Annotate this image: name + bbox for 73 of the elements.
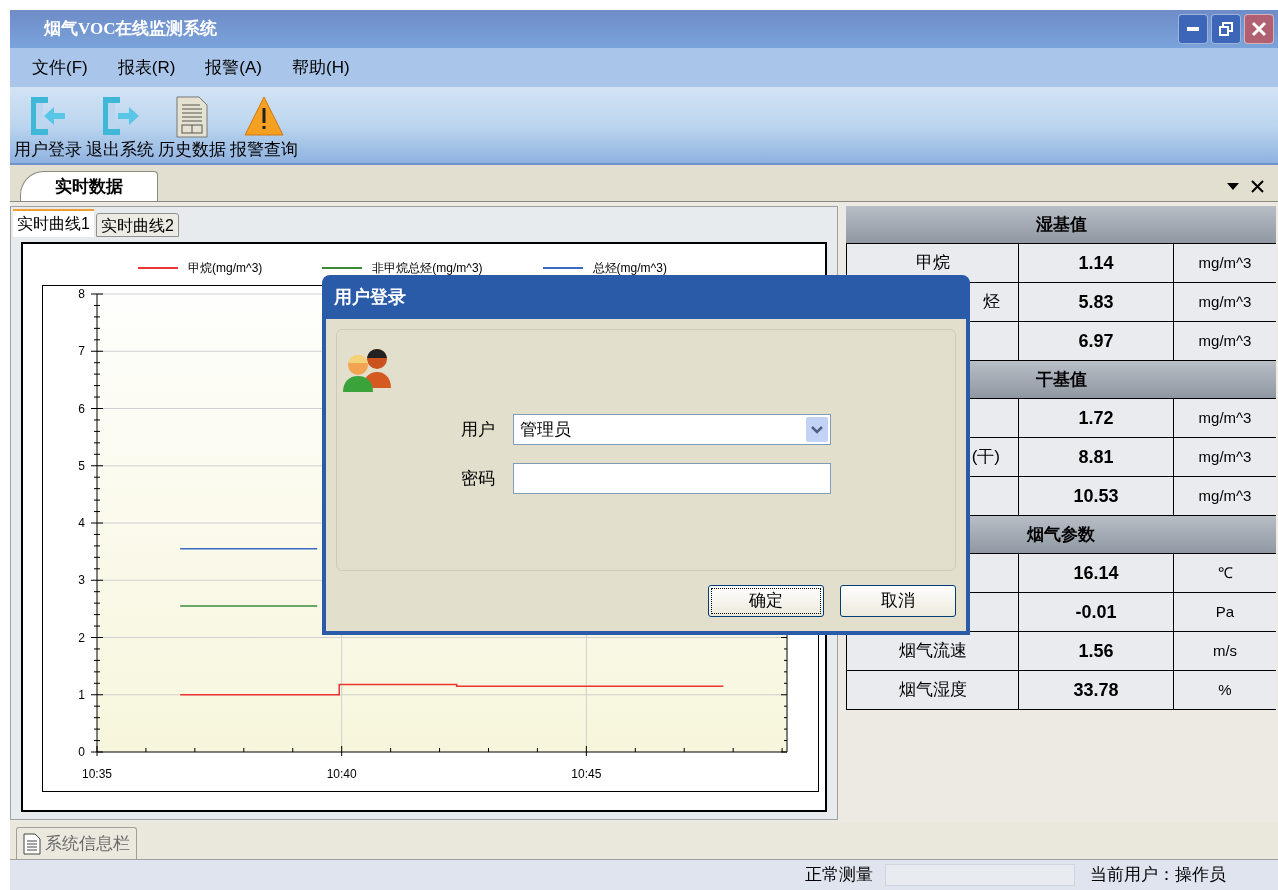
table-cell: 16.14 xyxy=(1019,554,1174,592)
close-icon[interactable] xyxy=(1251,180,1264,193)
warning-icon xyxy=(243,95,285,139)
table-cell-text: ℃ xyxy=(1216,562,1234,583)
table-cell-text: mg/m^3 xyxy=(1197,330,1253,351)
legend-label: 总烃(mg/m^3) xyxy=(592,260,667,277)
table-cell-text: Pa xyxy=(1214,601,1236,622)
field-label: 密码 xyxy=(461,467,495,490)
table-cell-text: mg/m^3 xyxy=(1197,446,1253,467)
field-label: 用户 xyxy=(461,418,495,441)
table-cell-text: mg/m^3 xyxy=(1197,252,1253,273)
minimize-icon xyxy=(1187,27,1199,31)
legend-label: 甲烷(mg/m^3) xyxy=(188,260,263,277)
axis-label: 8 xyxy=(78,287,85,301)
axis-label: 10:40 xyxy=(326,767,357,781)
legend-swatch xyxy=(542,266,583,270)
toolbar-button[interactable]: 退出系统 xyxy=(86,95,154,161)
panel-tab[interactable]: 系统信息栏 xyxy=(16,827,137,859)
table-cell-text: mg/m^3 xyxy=(1197,485,1253,506)
chart-tab[interactable]: 实时曲线2 xyxy=(95,213,179,237)
toolbar-button[interactable]: 历史数据 xyxy=(158,95,226,161)
axis-label: 2 xyxy=(78,630,85,645)
legend-swatch xyxy=(138,266,178,270)
dropdown-icon[interactable] xyxy=(1227,183,1239,190)
table-cell: 10.53 xyxy=(1019,477,1174,515)
current-user-text: 当前用户：操作员 xyxy=(1090,864,1226,887)
password-field[interactable] xyxy=(513,463,831,494)
table-cell-text: m/s xyxy=(1211,640,1239,661)
table-cell-text: % xyxy=(1217,679,1233,700)
axis-label: 1 xyxy=(78,687,85,702)
axis-label: 4 xyxy=(78,516,85,530)
section-header: 湿基值 xyxy=(846,206,1276,244)
axis-label: 0 xyxy=(78,745,85,759)
table-cell: 烟气湿度 xyxy=(847,671,1019,709)
legend-swatch xyxy=(322,266,363,270)
axis-label: 10:35 xyxy=(82,767,112,781)
close-button[interactable] xyxy=(1244,14,1274,44)
axis-label: 10:45 xyxy=(571,767,602,781)
axis-label: 7 xyxy=(78,344,85,359)
table-cell-text: mg/m^3 xyxy=(1197,407,1253,428)
document-tab[interactable]: 实时数据 xyxy=(20,171,158,201)
table-cell: 1.56 xyxy=(1019,632,1174,670)
table-cell: 8.81 xyxy=(1019,438,1174,476)
menu-item[interactable]: 帮助(H) xyxy=(292,54,350,81)
users-icon xyxy=(341,348,393,392)
chart-tab[interactable]: 实时曲线1 xyxy=(13,209,94,237)
toolbar-button[interactable]: 报警查询 xyxy=(230,95,298,161)
status-text: 正常测量 xyxy=(805,864,874,887)
document-icon xyxy=(23,832,41,855)
menu-item[interactable]: 文件(F) xyxy=(32,54,88,81)
dialog-button[interactable]: 确定 xyxy=(708,585,824,617)
menu-item[interactable]: 报警(A) xyxy=(205,54,262,81)
window-title: 烟气VOC在线监测系统 xyxy=(44,18,219,41)
table-cell: -0.01 xyxy=(1019,593,1174,631)
legend-label: 非甲烷总烃(mg/m^3) xyxy=(372,260,483,277)
table-cell: 33.78 xyxy=(1019,671,1174,709)
axis-label: 3 xyxy=(78,573,85,588)
minimize-button[interactable] xyxy=(1178,14,1208,44)
restore-button[interactable] xyxy=(1211,14,1241,44)
toolbar-button[interactable]: 用户登录 xyxy=(14,95,82,161)
table-cell: 6.97 xyxy=(1019,322,1174,360)
restore-icon xyxy=(1219,22,1233,36)
close-icon xyxy=(1251,21,1267,37)
axis-label: 5 xyxy=(78,458,85,473)
dialog-title: 用户登录 xyxy=(334,285,406,309)
user-dropdown[interactable]: 管理员 xyxy=(513,414,831,445)
menu-item[interactable]: 报表(R) xyxy=(117,54,176,81)
axis-label: 6 xyxy=(78,401,85,416)
table-cell: 5.83 xyxy=(1019,283,1174,321)
table-cell-text: mg/m^3 xyxy=(1197,291,1253,312)
table-cell: 1.72 xyxy=(1019,399,1174,437)
table-cell: 1.14 xyxy=(1019,244,1174,282)
dialog-button[interactable]: 取消 xyxy=(840,585,956,617)
